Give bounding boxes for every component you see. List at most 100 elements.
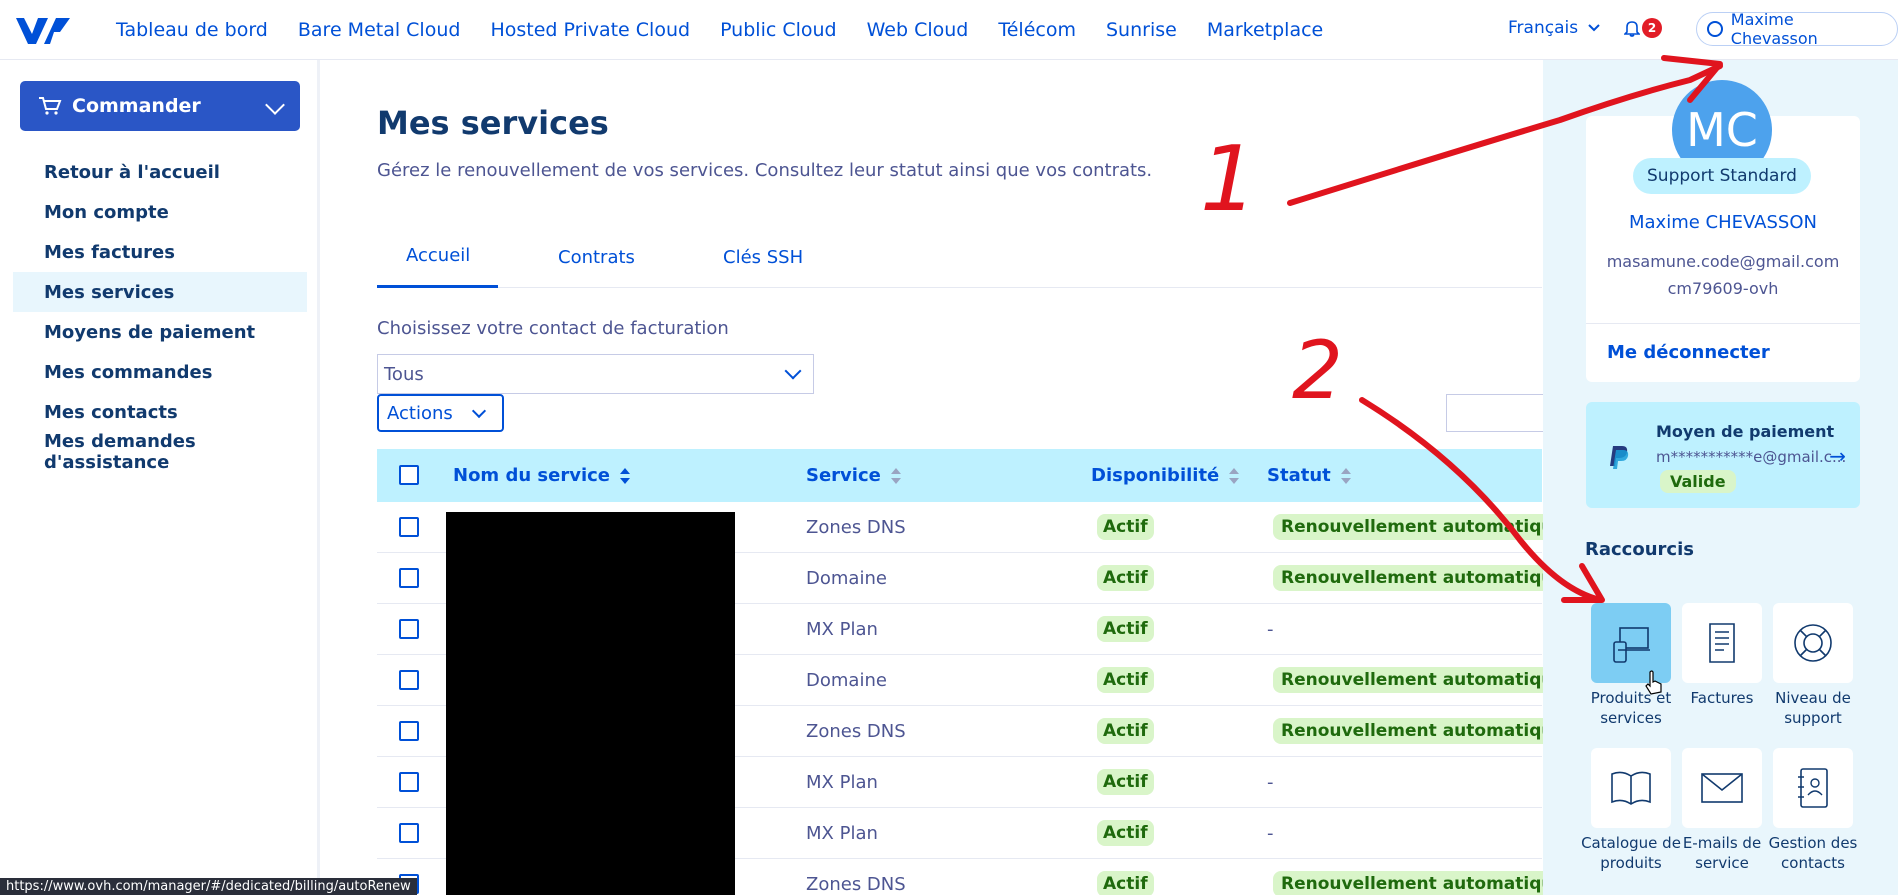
- sidebar-item-moyens-de-paiement[interactable]: Moyens de paiement: [13, 312, 307, 352]
- notification-badge: 2: [1642, 18, 1662, 38]
- tabs-bar: Accueil Contrats Clés SSH: [377, 226, 1542, 288]
- payment-status-badge: Valide: [1660, 470, 1736, 493]
- table-header: Nom du service Service Disponibilité Sta…: [377, 449, 1542, 502]
- nav-telecom[interactable]: Télécom: [998, 19, 1076, 41]
- profile-name: Maxime CHEVASSON: [1629, 212, 1817, 233]
- row-checkbox[interactable]: [399, 568, 419, 588]
- row-service: Zones DNS: [806, 721, 906, 742]
- redacted-block: [446, 512, 735, 895]
- ovh-logo[interactable]: [14, 14, 72, 46]
- sidebar-item-accueil[interactable]: Retour à l'accueil: [13, 152, 307, 192]
- row-disponibilite-badge: Actif: [1097, 667, 1154, 693]
- language-label: Français: [1508, 18, 1579, 38]
- nav-sunrise[interactable]: Sunrise: [1106, 19, 1177, 41]
- sidebar-item-mes-services[interactable]: Mes services: [13, 272, 307, 312]
- devices-icon: [1613, 627, 1650, 663]
- tab-cles-ssh[interactable]: Clés SSH: [723, 226, 803, 288]
- select-all-checkbox[interactable]: [399, 465, 419, 485]
- chevron-down-icon: [471, 403, 487, 419]
- user-menu-button[interactable]: Maxime Chevasson: [1696, 10, 1898, 48]
- user-name: Maxime Chevasson: [1730, 10, 1818, 48]
- row-service: Domaine: [806, 670, 887, 691]
- shortcut-niveau-support[interactable]: [1773, 603, 1853, 683]
- tab-contrats[interactable]: Contrats: [558, 226, 635, 288]
- commander-label: Commander: [72, 95, 201, 117]
- row-disponibilite-badge: Actif: [1097, 616, 1154, 642]
- shortcut-factures[interactable]: [1682, 603, 1762, 683]
- row-checkbox[interactable]: [399, 619, 419, 639]
- sidebar: Commander Retour à l'accueil Mon compte …: [0, 60, 320, 895]
- commander-button[interactable]: Commander: [20, 81, 300, 131]
- nav-bare-metal-cloud[interactable]: Bare Metal Cloud: [298, 19, 461, 41]
- user-icon: [1707, 21, 1723, 37]
- nav-web-cloud[interactable]: Web Cloud: [867, 19, 969, 41]
- lifebuoy-icon: [1794, 624, 1832, 662]
- logout-link[interactable]: Me déconnecter: [1607, 342, 1770, 363]
- profile-nic: cm79609-ovh: [1667, 279, 1779, 298]
- payment-method-card[interactable]: Moyen de paiement m***********e@gmail.c.…: [1586, 402, 1860, 508]
- billing-contact-select[interactable]: Tous: [377, 354, 814, 394]
- nav-hosted-private-cloud[interactable]: Hosted Private Cloud: [490, 19, 690, 41]
- shortcut-label: Gestion des contacts: [1768, 834, 1858, 872]
- row-statut: -: [1267, 619, 1274, 640]
- page-description: Gérez le renouvellement de vos services.…: [377, 160, 1153, 181]
- sort-icon: [620, 467, 630, 484]
- row-checkbox[interactable]: [399, 772, 419, 792]
- shortcut-emails[interactable]: [1682, 748, 1762, 828]
- chevron-down-icon: [784, 362, 802, 380]
- main-nav: Tableau de bord Bare Metal Cloud Hosted …: [116, 0, 1353, 60]
- shortcut-catalogue[interactable]: [1591, 748, 1671, 828]
- tab-accueil[interactable]: Accueil: [377, 226, 498, 288]
- row-statut: Renouvellement automatique: [1273, 565, 1574, 591]
- page-title: Mes services: [377, 104, 609, 142]
- sidebar-item-mes-contacts[interactable]: Mes contacts: [13, 392, 307, 432]
- row-service: Domaine: [806, 568, 887, 589]
- shortcut-contacts[interactable]: [1773, 748, 1853, 828]
- paypal-icon: [1610, 446, 1629, 469]
- row-statut: Renouvellement automatique: [1273, 514, 1574, 540]
- row-disponibilite-badge: Actif: [1097, 769, 1154, 795]
- row-statut: Renouvellement automatique: [1273, 667, 1574, 693]
- header-disponibilite[interactable]: Disponibilité: [1091, 465, 1240, 486]
- sidebar-item-mes-demandes[interactable]: Mes demandes d'assistance: [13, 431, 307, 473]
- billing-contact-label: Choisissez votre contact de facturation: [377, 318, 729, 339]
- header-service[interactable]: Service: [806, 465, 901, 486]
- actions-button[interactable]: Actions: [377, 394, 504, 432]
- payment-title: Moyen de paiement: [1656, 422, 1835, 441]
- top-navbar: Tableau de bord Bare Metal Cloud Hosted …: [0, 0, 1898, 60]
- nav-public-cloud[interactable]: Public Cloud: [720, 19, 837, 41]
- nav-tableau-de-bord[interactable]: Tableau de bord: [116, 19, 268, 41]
- payment-detail: m***********e@gmail.c...: [1656, 448, 1847, 466]
- row-checkbox[interactable]: [399, 721, 419, 741]
- shortcuts-title: Raccourcis: [1585, 539, 1694, 560]
- shortcut-label: Catalogue de produits: [1581, 834, 1681, 872]
- sidebar-item-mes-factures[interactable]: Mes factures: [13, 232, 307, 272]
- language-selector[interactable]: Français: [1508, 18, 1600, 38]
- search-input[interactable]: [1446, 394, 1556, 432]
- mail-icon: [1701, 773, 1743, 803]
- row-checkbox[interactable]: [399, 670, 419, 690]
- row-disponibilite-badge: Actif: [1097, 514, 1154, 540]
- row-service: Zones DNS: [806, 874, 906, 895]
- bell-icon: [1624, 21, 1640, 37]
- profile-email: masamune.code@gmail.com: [1606, 252, 1840, 271]
- row-service: Zones DNS: [806, 517, 906, 538]
- browser-status-bar: https://www.ovh.com/manager/#/dedicated/…: [0, 878, 417, 895]
- support-badge: Support Standard: [1633, 158, 1811, 194]
- row-statut: -: [1267, 772, 1274, 793]
- header-statut[interactable]: Statut: [1267, 465, 1351, 486]
- notifications-button[interactable]: 2: [1624, 18, 1662, 38]
- sidebar-item-mon-compte[interactable]: Mon compte: [13, 192, 307, 232]
- row-service: MX Plan: [806, 823, 878, 844]
- row-statut: Renouvellement automatique: [1273, 871, 1574, 895]
- header-nom-du-service[interactable]: Nom du service: [453, 465, 630, 486]
- row-checkbox[interactable]: [399, 823, 419, 843]
- hand-cursor-icon: [1645, 670, 1662, 695]
- row-service: MX Plan: [806, 772, 878, 793]
- row-disponibilite-badge: Actif: [1097, 820, 1154, 846]
- main-content: Mes services Gérez le renouvellement de …: [377, 60, 1574, 895]
- shortcut-label: E-mails de service: [1682, 834, 1762, 872]
- sidebar-item-mes-commandes[interactable]: Mes commandes: [13, 352, 307, 392]
- row-checkbox[interactable]: [399, 517, 419, 537]
- nav-marketplace[interactable]: Marketplace: [1207, 19, 1323, 41]
